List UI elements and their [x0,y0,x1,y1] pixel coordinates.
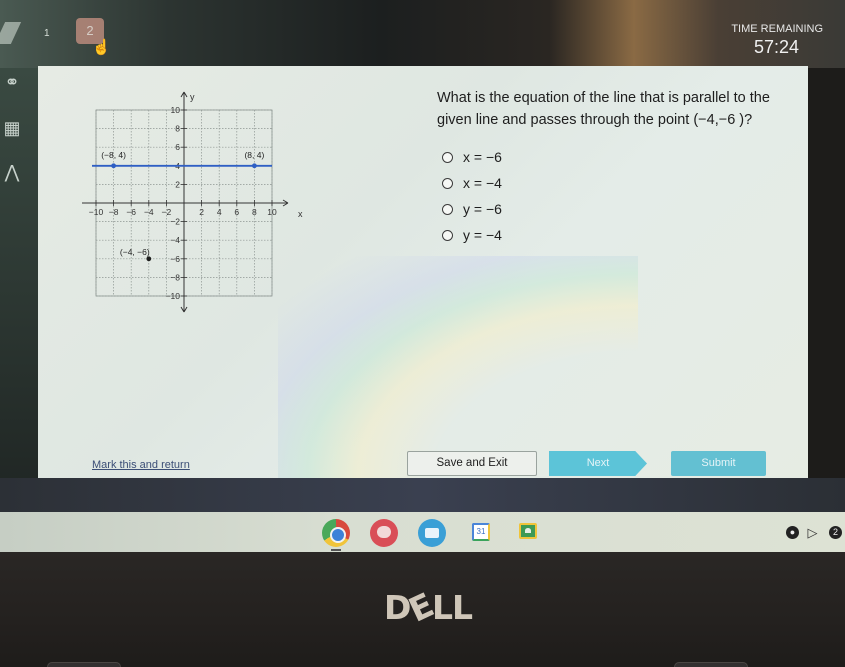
answer-option-1[interactable]: x = −6 [442,144,502,170]
y-axis-label: y [190,92,195,102]
y-tick-label: 2 [175,179,180,189]
cards-icon[interactable] [418,519,446,547]
rubber-foot-left [47,662,121,667]
x-tick-label: 8 [252,207,257,217]
data-point [146,256,152,262]
y-tick-label: 10 [171,105,181,115]
rubber-foot-right [674,662,748,667]
answer-options: x = −6 x = −4 y = −6 y = −4 [442,144,502,248]
timer-label: TIME REMAINING [731,23,823,35]
x-tick-label: −4 [144,207,154,217]
timer-value: 57:24 [753,37,799,57]
play-store-icon[interactable]: ▷ [806,526,819,539]
mark-and-return-link[interactable]: Mark this and return [92,459,190,471]
next-button[interactable]: Next [549,451,647,476]
classroom-icon[interactable] [519,523,537,539]
x-tick-label: −8 [109,207,119,217]
left-toolbar: ⚭ ▦ ⋀ [0,68,40,508]
answer-option-3[interactable]: y = −6 [442,196,502,222]
x-tick-label: 2 [199,207,204,217]
hand-cursor-icon: ☝ [92,39,111,56]
radio-button[interactable] [442,203,453,215]
x-tick-label: −2 [162,207,172,217]
laptop-bezel: DELL [0,552,845,667]
dell-logo: DELL [384,585,473,630]
footer-bar: Mark this and return Save and Exit Next … [38,451,808,478]
save-and-exit-button[interactable]: Save and Exit [407,451,537,476]
point-label: (−4, −6) [120,247,150,257]
chat-icon[interactable] [370,519,398,547]
x-tick-label: −10 [89,207,104,217]
option-label: x = −6 [463,149,502,165]
question-nav-previous[interactable]: 1 [44,28,54,40]
notification-badge[interactable]: 2 [829,526,842,539]
top-bar: 1 2 ☝ TIME REMAINING 57:24 [0,0,845,68]
x-tick-label: 6 [234,207,239,217]
y-tick-label: −10 [166,291,181,301]
y-tick-label: −8 [170,272,180,282]
coordinate-graph: xy−10−8−6−4−2246810108642−2−4−6−8−10(−8,… [82,82,328,322]
radio-button[interactable] [442,229,453,241]
option-label: x = −4 [463,175,502,191]
y-tick-label: −4 [170,235,180,245]
point-label: (−8, 4) [101,150,126,160]
back-arrow-icon[interactable] [0,22,22,44]
question-text: What is the equation of the line that is… [437,90,770,128]
calculator-icon[interactable]: ▦ [2,118,22,138]
calendar-icon[interactable]: 31 [472,523,490,541]
answer-option-4[interactable]: y = −4 [442,222,502,248]
x-tick-label: 4 [217,207,222,217]
x-axis-label: x [298,209,303,219]
option-label: y = −6 [463,201,502,217]
screen-glare [278,256,638,478]
data-point [111,163,116,169]
radio-button[interactable] [442,177,453,189]
y-tick-label: 6 [175,142,180,152]
answer-option-2[interactable]: x = −4 [442,170,502,196]
taskbar: 31 ● ▷ 2 [0,512,845,552]
option-label: y = −4 [463,227,502,243]
y-tick-label: −2 [170,217,180,227]
active-app-indicator [331,549,341,551]
submit-button[interactable]: Submit [671,451,766,476]
chrome-icon[interactable] [322,519,350,547]
y-tick-label: −6 [170,254,180,264]
y-tick-label: 8 [175,124,180,134]
status-dot-icon[interactable]: ● [786,526,799,539]
headphones-icon[interactable]: ⚭ [2,72,22,92]
graph-svg: xy−10−8−6−4−2246810108642−2−4−6−8−10(−8,… [82,91,303,313]
x-tick-label: −6 [126,207,136,217]
question-panel: xy−10−8−6−4−2246810108642−2−4−6−8−10(−8,… [38,66,808,478]
x-tick-label: 10 [267,207,277,217]
data-point [252,163,257,169]
point-label: (8, 4) [244,150,264,160]
screen-bottom-band [0,478,845,512]
pointer-icon[interactable]: ⋀ [2,162,22,182]
radio-button[interactable] [442,151,453,163]
